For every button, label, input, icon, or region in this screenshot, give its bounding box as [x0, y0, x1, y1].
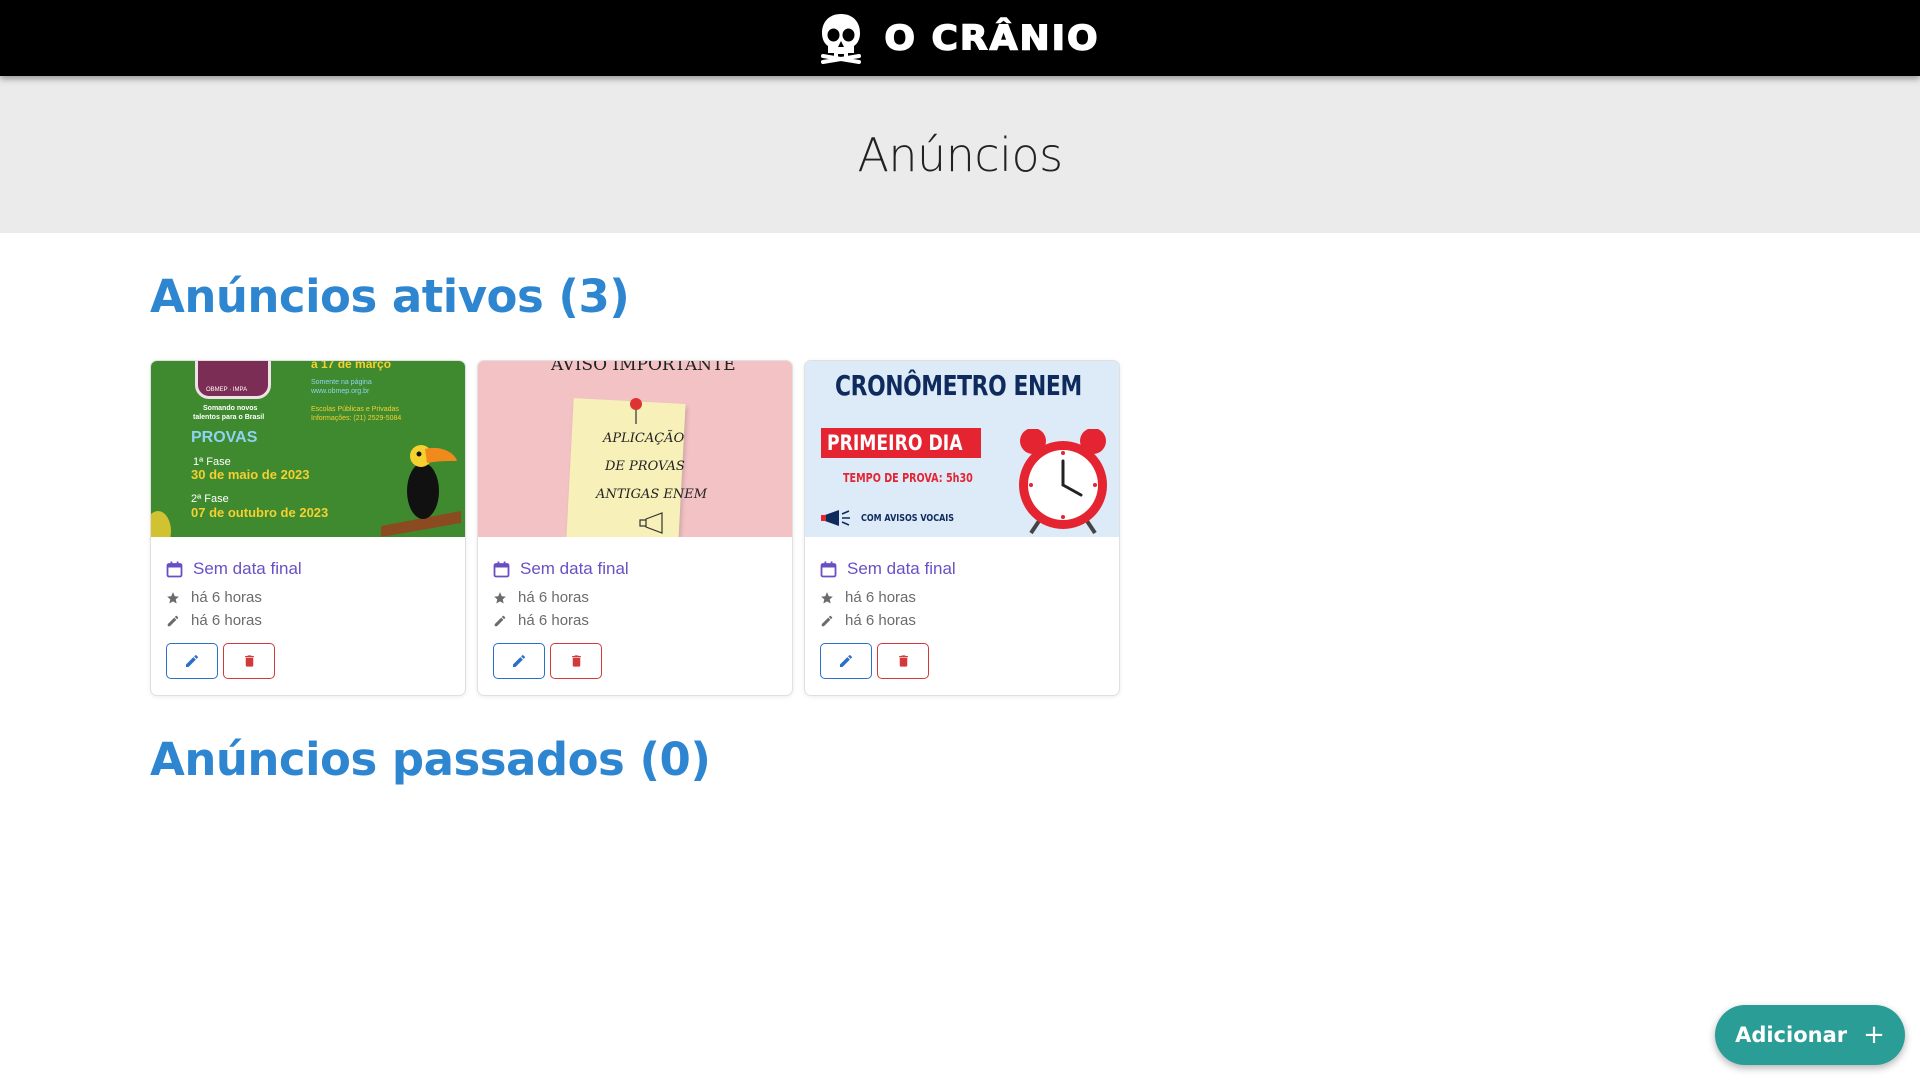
page-title: Anúncios [857, 127, 1063, 182]
delete-button[interactable] [550, 643, 602, 679]
end-date: Sem data final [820, 559, 1104, 579]
announcement-image: AVISO IMPORTANTE APLICAÇÃO DE PROVAS ANT… [478, 361, 792, 537]
top-navbar: O CRÂNIO [0, 0, 1920, 76]
trash-icon [571, 655, 581, 667]
brand-link[interactable]: O CRÂNIO [820, 12, 1099, 64]
announcement-image: CRONÔMETRO ENEM PRIMEIRO DIA TEMPO DE PR… [805, 361, 1119, 537]
delete-button[interactable] [877, 643, 929, 679]
created-time: há 6 horas [493, 589, 777, 606]
star-icon [494, 591, 506, 604]
announcement-card[interactable]: AVISO IMPORTANTE APLICAÇÃO DE PROVAS ANT… [477, 360, 793, 696]
delete-button[interactable] [223, 643, 275, 679]
trash-icon [898, 655, 908, 667]
pencil-icon [494, 615, 506, 626]
calendar-icon [493, 561, 510, 577]
edited-time: há 6 horas [493, 612, 777, 629]
add-button-label: Adicionar [1735, 1023, 1848, 1047]
announcement-image: OBMEP · IMPA a 17 de março Somente na pá… [151, 361, 465, 537]
edited-time: há 6 horas [820, 612, 1104, 629]
calendar-icon [166, 561, 183, 577]
past-announcements-heading: Anúncios passados (0) [150, 733, 711, 786]
edited-time: há 6 horas [166, 612, 450, 629]
page-hero: Anúncios [0, 76, 1920, 233]
trash-icon [244, 655, 254, 667]
skull-icon [821, 14, 862, 64]
edit-button[interactable] [493, 643, 545, 679]
end-date-label: Sem data final [847, 559, 956, 578]
edit-button[interactable] [166, 643, 218, 679]
end-date: Sem data final [166, 559, 450, 579]
add-announcement-button[interactable]: Adicionar + [1715, 1005, 1905, 1065]
pencil-icon [167, 615, 179, 626]
pencil-icon [186, 654, 199, 667]
star-icon [821, 591, 833, 604]
announcement-card[interactable]: CRONÔMETRO ENEM PRIMEIRO DIA TEMPO DE PR… [804, 360, 1120, 696]
star-icon [167, 591, 179, 604]
active-announcements-list: OBMEP · IMPA a 17 de março Somente na pá… [150, 360, 1120, 696]
created-time: há 6 horas [820, 589, 1104, 606]
end-date: Sem data final [493, 559, 777, 579]
active-announcements-heading: Anúncios ativos (3) [150, 270, 630, 323]
calendar-icon [820, 561, 837, 577]
created-time: há 6 horas [166, 589, 450, 606]
announcement-card[interactable]: OBMEP · IMPA a 17 de março Somente na pá… [150, 360, 466, 696]
edit-button[interactable] [820, 643, 872, 679]
end-date-label: Sem data final [520, 559, 629, 578]
end-date-label: Sem data final [193, 559, 302, 578]
pencil-icon [840, 654, 853, 667]
brand-name: O CRÂNIO [884, 18, 1100, 58]
plus-icon: + [1863, 1020, 1885, 1050]
pencil-icon [513, 654, 526, 667]
pencil-icon [821, 615, 833, 626]
